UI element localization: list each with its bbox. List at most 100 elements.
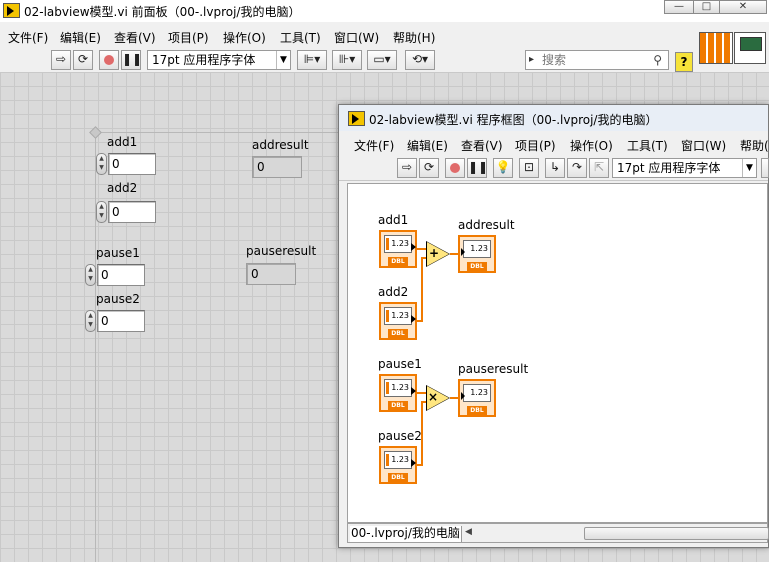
pause1-value[interactable]: 0 [97, 264, 145, 286]
origin-marker [89, 126, 102, 139]
font-select[interactable]: 17pt 应用程序字体 ▼ [612, 158, 757, 178]
pause1-label: pause1 [96, 246, 140, 260]
pause2-label: pause2 [96, 292, 140, 306]
run-continuous-icon[interactable]: ⟳ [419, 158, 439, 178]
dbl-type-badge: DBL [388, 257, 408, 266]
minimize-button[interactable]: — [664, 0, 694, 14]
close-button[interactable]: ✕ [719, 0, 767, 14]
add2-control[interactable]: ▲ ▼ 0 [96, 201, 158, 223]
step-over-icon[interactable]: ↷ [567, 158, 587, 178]
project-path: 00-.lvproj/我的电脑 [350, 526, 462, 542]
menu-help[interactable]: 帮助(H) [393, 29, 435, 46]
add1-value[interactable]: 0 [108, 153, 156, 175]
scroll-left-icon[interactable]: ◀ [465, 527, 472, 537]
labview-vi-icon [348, 111, 365, 126]
multiply-function-symbol: × [428, 390, 439, 404]
add1-terminal-label: add1 [378, 213, 409, 227]
pause1-spinner-icon[interactable]: ▲ ▼ [85, 264, 96, 286]
menu-operate[interactable]: 操作(O) [223, 29, 266, 46]
pauseresult-label: pauseresult [246, 244, 317, 258]
pause1-terminal[interactable]: 1.23 DBL [379, 374, 417, 412]
menu-tools[interactable]: 工具(T) [627, 137, 668, 154]
font-select-value: 17pt 应用程序字体 [152, 53, 256, 67]
menu-edit[interactable]: 编辑(E) [407, 137, 448, 154]
menu-window[interactable]: 窗口(W) [681, 137, 726, 154]
step-into-icon[interactable]: ↳ [545, 158, 565, 178]
origin-line-vertical [95, 132, 96, 562]
labview-vi-icon [3, 3, 20, 18]
menu-file[interactable]: 文件(F) [8, 29, 48, 46]
pause-icon[interactable]: ❚❚ [121, 50, 142, 70]
numeric-icon: 1.23 [463, 240, 491, 258]
numeric-icon: 1.23 [384, 379, 412, 397]
step-out-icon[interactable]: ⇱ [589, 158, 609, 178]
pauseresult-terminal[interactable]: 1.23 DBL [458, 379, 496, 417]
reorder-icon[interactable]: ⟲▾ [405, 50, 435, 70]
help-button[interactable]: ? [675, 52, 693, 72]
dbl-type-badge: DBL [388, 329, 408, 338]
add2-spinner-icon[interactable]: ▲ ▼ [96, 201, 107, 223]
block-diagram-canvas[interactable]: add1 1.23 DBL add2 1.23 DBL + addresult … [347, 183, 768, 523]
numeric-icon: 1.23 [384, 451, 412, 469]
front-panel-title: 02-labview模型.vi 前面板（00-.lvproj/我的电脑） [24, 5, 301, 19]
block-diagram-window[interactable]: 02-labview模型.vi 程序框图（00-.lvproj/我的电脑） 文件… [338, 104, 769, 548]
abort-icon[interactable] [445, 158, 465, 178]
pause2-control[interactable]: ▲ ▼ 0 [85, 310, 147, 332]
add2-terminal-label: add2 [378, 285, 409, 299]
pauseresult-terminal-label: pauseresult [458, 362, 529, 376]
resize-objects-icon[interactable]: ▭▾ [367, 50, 397, 70]
connector-pane-icon[interactable] [699, 32, 733, 64]
pauseresult-indicator: 0 [246, 263, 296, 285]
align-objects-icon[interactable]: ⊫▾ [297, 50, 327, 70]
font-select[interactable]: 17pt 应用程序字体 ▼ [147, 50, 291, 70]
menu-project[interactable]: 项目(P) [168, 29, 209, 46]
horizontal-scrollbar[interactable] [584, 527, 769, 540]
numeric-icon: 1.23 [463, 384, 491, 402]
menu-operate[interactable]: 操作(O) [570, 137, 613, 154]
block-diagram-menubar: 文件(F) 编辑(E) 查看(V) 项目(P) 操作(O) 工具(T) 窗口(W… [339, 133, 769, 155]
menu-window[interactable]: 窗口(W) [334, 29, 379, 46]
run-continuous-icon[interactable]: ⟳ [73, 50, 93, 70]
run-arrow-icon[interactable]: ⇨ [397, 158, 417, 178]
menu-tools[interactable]: 工具(T) [280, 29, 321, 46]
wire-add2-vertical[interactable] [421, 257, 423, 322]
distribute-objects-icon[interactable]: ⊪▾ [332, 50, 362, 70]
chevron-down-icon: ▼ [276, 51, 290, 69]
front-panel-titlebar: 02-labview模型.vi 前面板（00-.lvproj/我的电脑） — □… [0, 0, 769, 22]
add2-value[interactable]: 0 [108, 201, 156, 223]
menu-help[interactable]: 帮助( [740, 137, 769, 154]
abort-icon[interactable] [99, 50, 119, 70]
addresult-terminal-label: addresult [458, 218, 515, 232]
pause1-terminal-label: pause1 [378, 357, 422, 371]
retain-wire-values-icon[interactable]: ⊡ [519, 158, 539, 178]
addresult-terminal[interactable]: 1.23 DBL [458, 235, 496, 273]
pause-icon[interactable]: ❚❚ [467, 158, 488, 178]
cleanup-diagram-icon[interactable] [761, 158, 769, 178]
menu-project[interactable]: 项目(P) [515, 137, 556, 154]
chevron-down-icon: ▼ [742, 159, 756, 177]
highlight-execution-icon[interactable]: 💡 [493, 158, 513, 178]
pause2-terminal[interactable]: 1.23 DBL [379, 446, 417, 484]
menu-view[interactable]: 查看(V) [114, 29, 156, 46]
add1-terminal[interactable]: 1.23 DBL [379, 230, 417, 268]
pause1-control[interactable]: ▲ ▼ 0 [85, 264, 147, 286]
front-panel-menubar: 文件(F) 编辑(E) 查看(V) 项目(P) 操作(O) 工具(T) 窗口(W… [0, 25, 769, 47]
block-diagram-toolbar: ⇨ ⟳ ❚❚ 💡 ⊡ ↳ ↷ ⇱ 17pt 应用程序字体 ▼ [339, 155, 769, 181]
search-input[interactable]: 搜索 ⚲ [525, 50, 669, 70]
menu-file[interactable]: 文件(F) [354, 137, 394, 154]
search-icon: ⚲ [653, 53, 662, 67]
pause2-terminal-label: pause2 [378, 429, 422, 443]
add2-label: add2 [107, 181, 138, 195]
menu-edit[interactable]: 编辑(E) [60, 29, 101, 46]
add2-terminal[interactable]: 1.23 DBL [379, 302, 417, 340]
run-arrow-icon[interactable]: ⇨ [51, 50, 71, 70]
addresult-label: addresult [252, 138, 309, 152]
pause2-spinner-icon[interactable]: ▲ ▼ [85, 310, 96, 332]
menu-view[interactable]: 查看(V) [461, 137, 503, 154]
pause2-value[interactable]: 0 [97, 310, 145, 332]
add1-control[interactable]: ▲ ▼ 0 [96, 153, 158, 175]
vi-icon-editor[interactable] [734, 32, 766, 64]
maximize-button[interactable]: □ [693, 0, 720, 14]
block-diagram-status-bar: 00-.lvproj/我的电脑 ◀ [347, 523, 769, 543]
add1-spinner-icon[interactable]: ▲ ▼ [96, 153, 107, 175]
